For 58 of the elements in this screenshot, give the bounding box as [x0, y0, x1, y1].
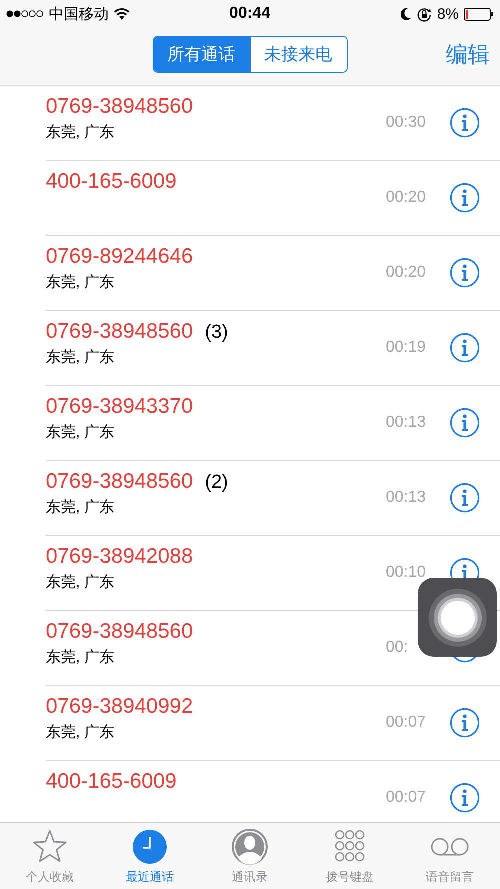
call-duration: 00:13 — [386, 489, 426, 507]
call-duration: 00:07 — [386, 714, 426, 732]
tab-bar-item[interactable]: 拨号键盘 — [300, 823, 400, 889]
signal-icon — [6, 10, 44, 18]
info-icon[interactable] — [450, 183, 480, 213]
call-duration: 00:07 — [386, 789, 426, 807]
phone-number: 0769-89244646 — [46, 245, 194, 269]
segment-tab[interactable]: 未接来电 — [250, 37, 346, 72]
phone-number: 0769-38942088 — [46, 545, 194, 569]
tab-bar-item[interactable]: 通讯录 — [200, 823, 300, 889]
phone-number: 0769-38948560 — [46, 95, 194, 119]
info-icon[interactable] — [450, 558, 480, 578]
clock-time: 00:44 — [230, 5, 270, 23]
tab-bar-item[interactable]: 语音留言 — [400, 823, 500, 889]
rotation-lock-icon — [417, 6, 432, 22]
phone-number: 400-165-6009 — [46, 170, 177, 194]
call-duration: 00:30 — [386, 114, 426, 132]
info-icon[interactable] — [450, 333, 480, 363]
edit-button[interactable]: 编辑 — [446, 40, 490, 70]
call-count: (2) — [205, 472, 228, 494]
phone-number: 400-165-6009 — [46, 770, 177, 794]
call-duration: 00:20 — [386, 189, 426, 207]
call-duration: 00:13 — [386, 414, 426, 432]
info-icon[interactable] — [450, 483, 480, 513]
clock-icon — [131, 828, 169, 866]
call-duration: 00: — [386, 639, 408, 657]
moon-icon — [401, 8, 412, 20]
phone-number: 0769-38948560 — [46, 320, 194, 344]
info-icon[interactable] — [450, 783, 480, 813]
call-duration: 00:10 — [386, 564, 426, 582]
phone-number: 0769-38940992 — [46, 695, 194, 719]
info-icon[interactable] — [450, 408, 480, 438]
person-icon — [231, 828, 269, 866]
call-location: 东莞, 广东 — [46, 498, 116, 517]
battery-percent: 8% — [437, 6, 460, 22]
call-location: 东莞, 广东 — [46, 648, 116, 667]
segment-tab[interactable]: 所有通话 — [154, 37, 250, 72]
tab-bar-item[interactable]: 个人收藏 — [0, 823, 100, 889]
call-count: (3) — [205, 322, 228, 344]
phone-number: 0769-38948560 — [46, 470, 194, 494]
phone-number: 0769-38948560 — [46, 620, 194, 644]
call-duration: 00:20 — [386, 264, 426, 282]
assistive-touch-button[interactable] — [418, 578, 497, 657]
info-icon[interactable] — [450, 108, 480, 138]
call-location: 东莞, 广东 — [46, 123, 116, 142]
phone-number: 0769-38943370 — [46, 395, 194, 419]
battery-icon — [464, 8, 494, 20]
call-duration: 00:19 — [386, 339, 426, 357]
call-location: 东莞, 广东 — [46, 348, 116, 367]
info-icon[interactable] — [450, 708, 480, 738]
call-location: 东莞, 广东 — [46, 423, 116, 442]
wifi-icon — [114, 8, 130, 20]
call-location: 东莞, 广东 — [46, 723, 116, 742]
call-location: 东莞, 广东 — [46, 573, 116, 592]
info-icon[interactable] — [450, 258, 480, 288]
carrier-name: 中国移动 — [49, 4, 109, 24]
tab-bar-item[interactable]: 最近通话 — [100, 823, 200, 889]
call-location: 东莞, 广东 — [46, 273, 116, 292]
